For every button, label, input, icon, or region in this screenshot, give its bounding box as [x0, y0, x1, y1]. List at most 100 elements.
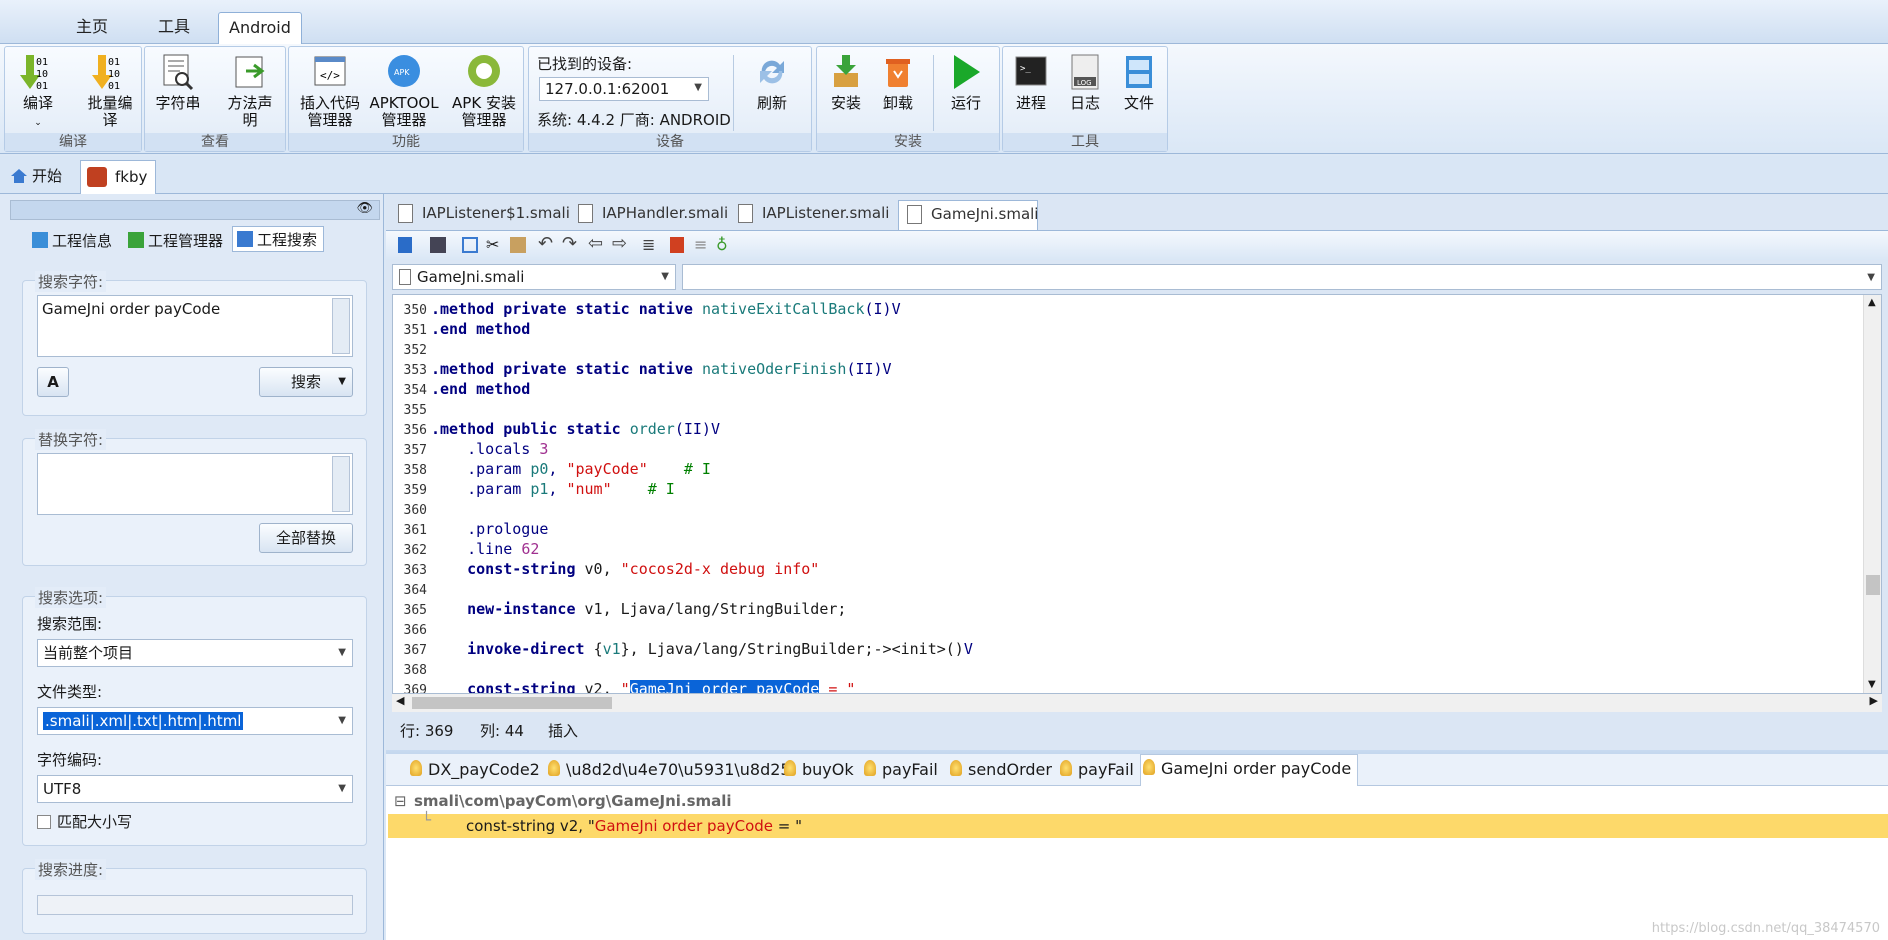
- vertical-scrollbar[interactable]: ▲ ▼: [1863, 295, 1881, 693]
- refresh-label: 刷新: [756, 94, 787, 112]
- code-line[interactable]: 360: [393, 499, 431, 519]
- copy-icon[interactable]: [462, 237, 478, 253]
- result-match-row[interactable]: └ const-string v2, "GameJni order payCod…: [388, 811, 1888, 838]
- replace-all-button[interactable]: 全部替换: [259, 523, 353, 553]
- apktool-button[interactable]: APK APKTOOL 管理器: [369, 51, 439, 133]
- strings-button[interactable]: 字符串: [149, 51, 207, 133]
- java-icon[interactable]: [670, 237, 684, 253]
- ribbon-group-view: 字符串 方法声 明 查看: [144, 46, 286, 152]
- code-line[interactable]: 350 .method private static native nativeE…: [393, 299, 901, 319]
- redo-icon[interactable]: ↷: [562, 233, 577, 254]
- apk-install-manager-button[interactable]: APK 安装 管理器: [447, 51, 521, 133]
- doc-tab-project[interactable]: fkby: [80, 160, 157, 194]
- code-line[interactable]: 366: [393, 619, 431, 639]
- scope-select[interactable]: 当前整个项目 ▼: [37, 639, 353, 667]
- process-button[interactable]: >_ 进程: [1003, 51, 1059, 133]
- device-select[interactable]: 127.0.0.1:62001 ▼: [539, 77, 709, 101]
- file-select[interactable]: GameJni.smali ▼: [392, 264, 676, 290]
- batch-compile-button[interactable]: 01 10 01 批量编 译: [81, 51, 139, 133]
- result-file-node[interactable]: ⊟ smali\com\payCom\org\GameJni.smali: [394, 790, 732, 812]
- collapse-icon[interactable]: ⊟: [394, 790, 407, 812]
- refresh-button[interactable]: 刷新: [743, 51, 801, 133]
- result-tab[interactable]: \u8d2d\u4e70\u5931\u8d25: [546, 756, 791, 784]
- undo-icon[interactable]: ↶: [538, 233, 553, 254]
- file-tab[interactable]: IAPHandler.smali: [570, 200, 728, 228]
- code-line[interactable]: 356 .method public static order(II)V: [393, 419, 720, 439]
- save-icon[interactable]: [430, 237, 446, 253]
- code-line[interactable]: 369 const-string v2, "GameJni order payC…: [393, 679, 855, 693]
- compile-button[interactable]: 01 10 01 编译 ⌄: [9, 51, 67, 133]
- code-line[interactable]: 353 .method private static native nativeO…: [393, 359, 892, 379]
- file-tab[interactable]: IAPListener$1.smali: [390, 200, 570, 228]
- code-line[interactable]: 352: [393, 339, 431, 359]
- lightbulb-icon: [864, 760, 876, 776]
- cut-icon[interactable]: ✂: [486, 235, 499, 254]
- log-button[interactable]: LOG 日志: [1057, 51, 1113, 133]
- code-line[interactable]: 354 .end method: [393, 379, 531, 399]
- horizontal-scrollbar[interactable]: ◀ ▶: [392, 694, 1882, 712]
- result-tab[interactable]: sendOrder: [948, 756, 1052, 784]
- encoding-select[interactable]: UTF8 ▼: [37, 775, 353, 803]
- code-line[interactable]: 357 .locals 3: [393, 439, 549, 459]
- code-line[interactable]: 364: [393, 579, 431, 599]
- paste-icon[interactable]: [510, 237, 526, 253]
- scroll-left-icon[interactable]: ◀: [396, 694, 404, 707]
- font-options-button[interactable]: A: [37, 367, 69, 397]
- lock-icon[interactable]: [398, 237, 412, 253]
- code-line[interactable]: 359 .param p1, "num" # I: [393, 479, 675, 499]
- code-line[interactable]: 367 invoke-direct {v1}, Ljava/lang/Strin…: [393, 639, 973, 659]
- code-editor[interactable]: 350 .method private static native nativeE…: [392, 294, 1882, 694]
- code-line[interactable]: 351 .end method: [393, 319, 531, 339]
- process-label: 进程: [1015, 94, 1046, 112]
- replace-input-scrollbar[interactable]: [332, 456, 350, 512]
- result-tab-active[interactable]: GameJni order payCode: [1140, 754, 1359, 786]
- run-code-icon[interactable]: ♁: [716, 235, 728, 254]
- replace-input[interactable]: [37, 453, 353, 515]
- match-case-checkbox[interactable]: [37, 815, 51, 829]
- code-line[interactable]: 361 .prologue: [393, 519, 549, 539]
- code-line[interactable]: 355: [393, 399, 431, 419]
- back-icon[interactable]: ⇦: [588, 233, 603, 254]
- file-button[interactable]: 文件: [1111, 51, 1167, 133]
- scroll-down-icon[interactable]: ▼: [1868, 679, 1876, 690]
- tab-tools[interactable]: 工具: [148, 12, 200, 44]
- code-line[interactable]: 363 const-string v0, "cocos2d-x debug in…: [393, 559, 820, 579]
- file-type-select[interactable]: .smali|.xml|.txt|.htm|.html ▼: [37, 707, 353, 735]
- run-button[interactable]: 运行: [937, 51, 995, 133]
- search-input-scrollbar[interactable]: [332, 298, 350, 354]
- tab-android[interactable]: Android: [218, 12, 302, 45]
- file-tab[interactable]: IAPListener.smali: [730, 200, 889, 228]
- insert-code-button[interactable]: </> 插入代码 管理器: [295, 51, 365, 133]
- search-input[interactable]: GameJni order payCode: [37, 295, 353, 357]
- result-tab[interactable]: payFail: [862, 756, 938, 784]
- code-line[interactable]: 362 .line 62: [393, 539, 540, 559]
- result-tab[interactable]: DX_payCode2: [408, 756, 540, 784]
- h-scroll-thumb[interactable]: [412, 697, 612, 709]
- code-line[interactable]: 365 new-instance v1, Ljava/lang/StringBu…: [393, 599, 847, 619]
- svg-text:01: 01: [36, 81, 48, 91]
- scroll-thumb[interactable]: [1866, 575, 1880, 595]
- file-tab-active[interactable]: GameJni.smali: [898, 200, 1038, 230]
- uninstall-button[interactable]: 卸载: [869, 51, 927, 133]
- method-decl-button[interactable]: 方法声 明: [221, 51, 279, 133]
- doc-tab-home[interactable]: 开始: [8, 162, 62, 190]
- scroll-right-icon[interactable]: ▶: [1870, 694, 1878, 707]
- tab-home[interactable]: 主页: [66, 12, 118, 44]
- chevron-down-icon[interactable]: ▼: [338, 368, 346, 396]
- result-tab[interactable]: buyOk: [782, 756, 854, 784]
- code-token: {: [593, 640, 603, 658]
- format-icon[interactable]: ≣: [642, 235, 655, 254]
- file-icon: [738, 204, 753, 223]
- code-line[interactable]: 358 .param p0, "payCode" # I: [393, 459, 711, 479]
- result-tab[interactable]: payFail: [1058, 756, 1134, 784]
- left-tab-project-search[interactable]: 工程搜索: [232, 226, 324, 252]
- comment-icon[interactable]: ≡: [694, 235, 707, 254]
- search-button[interactable]: 搜索 ▼: [259, 367, 353, 397]
- forward-icon[interactable]: ⇨: [612, 233, 627, 254]
- code-line[interactable]: 368: [393, 659, 431, 679]
- eye-icon[interactable]: 👁: [356, 201, 373, 216]
- install-button[interactable]: 安装: [817, 51, 875, 133]
- document-tab-bar: 开始 fkby: [0, 156, 1888, 194]
- member-select[interactable]: ▼: [682, 264, 1882, 290]
- scroll-up-icon[interactable]: ▲: [1868, 297, 1876, 308]
